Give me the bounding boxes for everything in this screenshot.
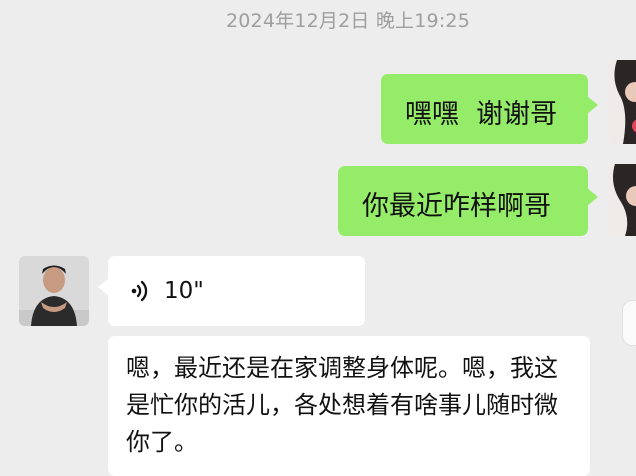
avatar-self-image	[609, 164, 636, 236]
voice-duration: 10"	[164, 278, 204, 304]
avatar[interactable]	[609, 60, 636, 144]
message-bubble-outgoing[interactable]: 你最近咋样啊哥	[338, 166, 598, 236]
message-bubble-outgoing[interactable]: 嘿嘿 谢谢哥	[381, 74, 598, 144]
avatar[interactable]	[609, 164, 636, 236]
message-bubble-incoming[interactable]: 嗯，最近还是在家调整身体呢。嗯，我这是忙你的活儿，各处想着有啥事儿随时微你了。	[108, 336, 590, 476]
chat-timestamp: 2024年12月2日 晚上19:25	[225, 10, 470, 32]
message-text: 嗯，最近还是在家调整身体呢。嗯，我这是忙你的活儿，各处想着有啥事儿随时微你了。	[126, 354, 558, 456]
message-text: 嘿嘿 谢谢哥	[405, 99, 558, 130]
avatar-friend-image	[19, 256, 89, 326]
voice-message[interactable]: 10"	[98, 256, 365, 326]
side-panel-handle[interactable]	[622, 300, 636, 346]
avatar-self-image	[609, 60, 636, 144]
avatar[interactable]	[19, 256, 89, 326]
voice-wave-icon	[131, 280, 148, 302]
message-text: 你最近咋样啊哥	[362, 191, 551, 222]
